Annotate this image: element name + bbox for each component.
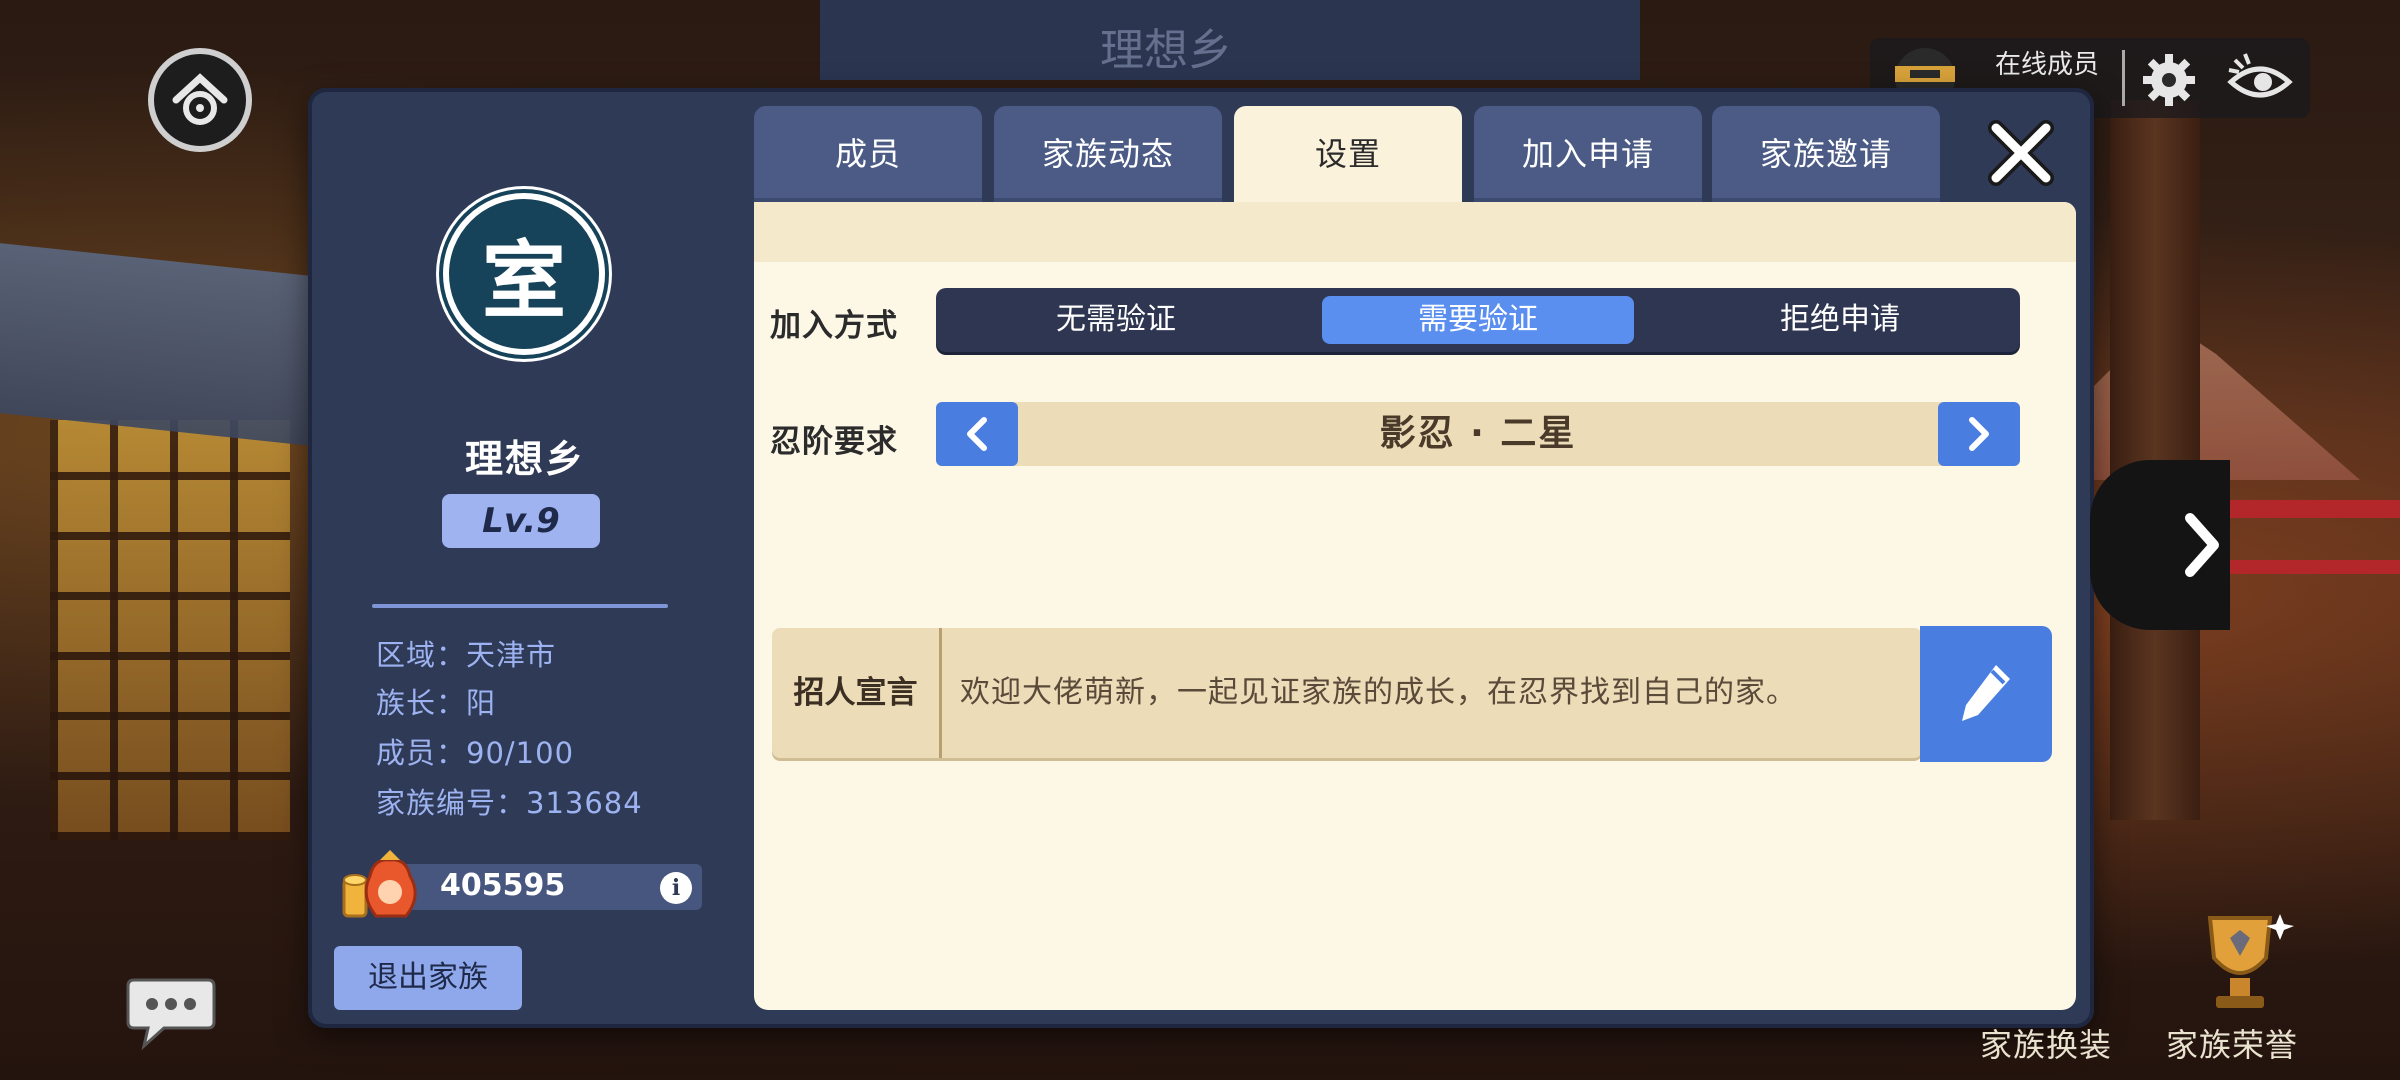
leave-family-button[interactable]: 退出家族 [334,946,522,1010]
tab-join-requests[interactable]: 加入申请 [1474,106,1702,202]
home-icon [172,73,228,125]
chevron-left-icon [967,417,987,451]
family-leader: 族长：阳 [376,686,497,720]
family-emblem: 室 [436,186,612,362]
join-option-reject[interactable]: 拒绝申请 [1684,296,1996,344]
online-members-label: 在线成员 [1995,50,2100,80]
edit-slogan-button[interactable] [1920,626,2052,762]
family-id: 家族编号：313684 [376,786,643,820]
home-button[interactable] [148,48,252,152]
bar-divider [2122,50,2125,106]
funds-info-button[interactable]: i [660,872,692,904]
family-funds-value: 405595 [440,868,566,903]
rank-next-button[interactable] [1938,402,2020,466]
pencil-icon [1962,665,2010,721]
rank-requirement-value: 影忍 · 二星 [1379,413,1577,454]
rank-prev-button[interactable] [936,402,1018,466]
recruit-slogan-label: 招人宣言 [772,628,942,758]
eye-icon[interactable] [2225,50,2295,110]
tab-members[interactable]: 成员 [754,106,982,202]
top-banner-text: 理想乡 [1100,25,1232,76]
family-region: 区域：天津市 [376,638,557,672]
gear-icon[interactable] [2138,50,2200,110]
rank-requirement-label: 忍阶要求 [770,424,898,460]
background-rail [2230,560,2400,574]
chevron-right-icon [1969,417,1989,451]
trophy-icon[interactable] [2180,908,2300,1018]
background-window [50,420,290,840]
info-divider [372,604,668,608]
background-banner [0,243,320,447]
close-icon[interactable] [1984,116,2058,190]
family-emblem-char: 室 [443,193,605,355]
chat-icon[interactable] [124,970,218,1052]
chevron-right-icon [2185,513,2219,577]
family-honor-label[interactable]: 家族荣誉 [2166,1020,2298,1066]
side-expand-tab[interactable] [2090,460,2230,630]
family-name: 理想乡 [464,437,585,481]
tab-family-activity[interactable]: 家族动态 [994,106,1222,202]
settings-header-strip [754,202,2076,262]
background-rail [2230,500,2400,518]
family-level-badge: Lv.9 [442,494,600,548]
family-outfit-label[interactable]: 家族换装 [1980,1020,2112,1066]
join-method-label: 加入方式 [770,308,898,344]
join-option-need-verify[interactable]: 需要验证 [1322,296,1634,344]
join-option-no-verify[interactable]: 无需验证 [960,296,1272,344]
tab-family-invites[interactable]: 家族邀请 [1712,106,1940,202]
tab-settings[interactable]: 设置 [1234,106,1462,206]
recruit-slogan-text: 欢迎大佬萌新，一起见证家族的成长，在忍界找到自己的家。 [960,675,1797,710]
family-members-count: 成员：90/100 [376,736,575,770]
coin-bag-icon [342,850,417,918]
